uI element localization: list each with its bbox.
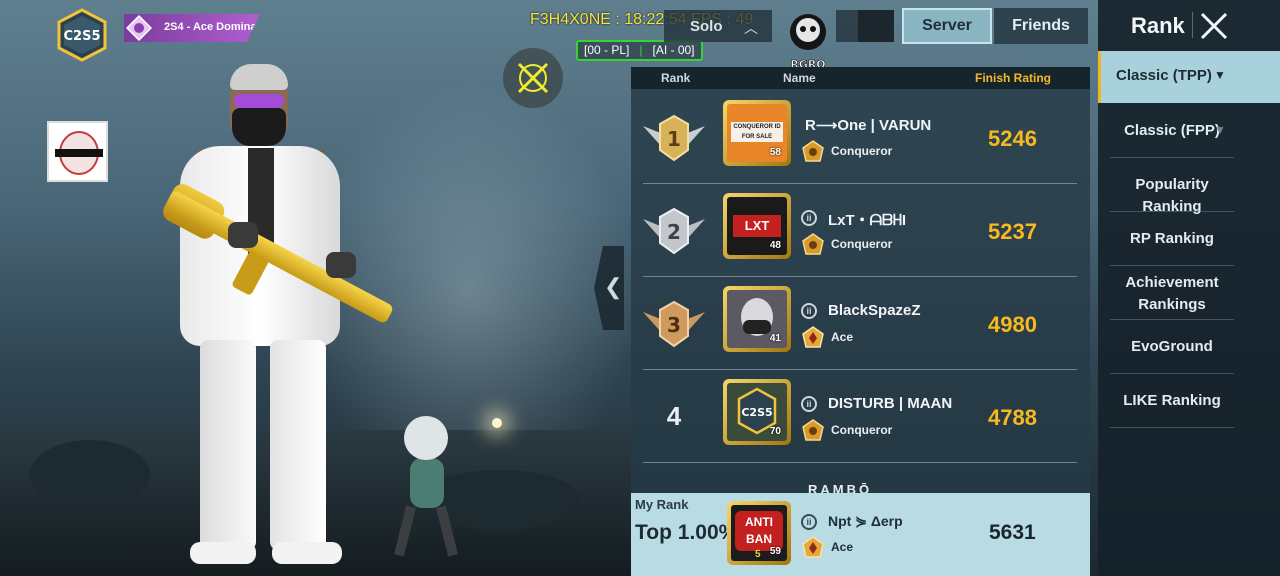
side-item-evoground[interactable]: EvoGround: [1110, 336, 1234, 358]
my-name: Npt ⋟ Δerp: [828, 513, 903, 529]
leaderboard-row[interactable]: 2 LXT 48 ii LxT・ᗩᗷᕼI Conqueror 5237: [631, 185, 1090, 277]
my-rank-label: My Rank: [635, 497, 689, 512]
my-tier: Ace: [831, 540, 854, 554]
my-frame[interactable]: ANTI BAN 5 59: [727, 501, 791, 565]
mode-selector[interactable]: Solo ︿: [664, 10, 772, 42]
my-rank-bar[interactable]: My Rank Top 1.00% ANTI BAN 5 59 ii Npt ⋟…: [631, 493, 1090, 576]
player-name: BlackSpazeZ: [828, 302, 921, 319]
glove: [326, 252, 356, 278]
rock: [30, 440, 150, 510]
info-icon[interactable]: ii: [801, 210, 817, 226]
player-frame[interactable]: CONQUEROR ID FOR SALE 58: [723, 100, 791, 166]
svg-text:3: 3: [667, 313, 681, 337]
crosshair-toggle-button[interactable]: [503, 48, 563, 108]
info-icon[interactable]: ii: [801, 396, 817, 412]
svg-text:2: 2: [667, 220, 681, 244]
tab-server[interactable]: Server: [902, 8, 992, 44]
record-avatar[interactable]: RGRO: [776, 8, 834, 72]
chevron-left-icon: ❮: [604, 274, 623, 299]
rank-1-emblem-icon: 1: [643, 114, 705, 162]
player-name: LxT・ᗩᗷᕼI: [828, 212, 906, 229]
distant-lamp: [492, 418, 502, 428]
crosshair-icon: [517, 62, 549, 94]
leaderboard-row[interactable]: 4 C2S5 70 ii DISTURB | MAAN Conqueror 47…: [631, 371, 1090, 463]
side-item-achievement[interactable]: Achievement Rankings: [1110, 272, 1234, 316]
rank-number: 4: [666, 401, 682, 431]
rank-3-emblem-icon: 3: [643, 300, 705, 348]
ping-left: [00 - PL]: [584, 43, 630, 57]
glove: [228, 222, 258, 248]
ace-tier-icon: [125, 14, 153, 42]
rank-side-panel: Rank Classic (TPP) ▼ Classic (FPP) ▼ Pop…: [1098, 0, 1280, 576]
player-avatar[interactable]: [47, 121, 108, 182]
player-rating: 5237: [988, 219, 1037, 244]
player-tier: Conqueror: [831, 423, 893, 437]
player-rating: 4980: [988, 312, 1037, 337]
player-frame[interactable]: LXT 48: [723, 193, 791, 259]
ace-tier-icon: [802, 326, 824, 348]
svg-text:C2S5: C2S5: [741, 406, 772, 419]
player-tier: Ace: [831, 330, 854, 344]
robot-pet[interactable]: [390, 410, 470, 560]
conqueror-tier-icon: [802, 419, 824, 441]
side-panel-title: Rank: [1131, 13, 1185, 38]
svg-text:1: 1: [667, 127, 681, 151]
player-rating: 4788: [988, 405, 1037, 430]
season-badge-label: 2S4 - Ace Domina: [164, 21, 257, 33]
ping-indicator: [00 - PL] | [AI - 00]: [576, 40, 703, 61]
mode-label: Solo: [690, 18, 723, 35]
header-rating: Finish Rating: [975, 71, 1051, 85]
info-icon[interactable]: ii: [801, 514, 817, 530]
caret-down-icon: ▼: [1214, 68, 1226, 82]
conqueror-tier-icon: [802, 233, 824, 255]
leaderboard-row[interactable]: 3 41 ii BlackSpazeZ Ace 4980: [631, 278, 1090, 370]
sunglasses: [234, 94, 284, 108]
player-tier: Conqueror: [831, 237, 893, 251]
ace-tier-icon: [802, 536, 824, 558]
header-rank: Rank: [661, 71, 691, 85]
player-name: R⟶One | VARUN: [805, 117, 932, 134]
player-rating: 5246: [988, 126, 1037, 151]
close-button[interactable]: [1196, 8, 1232, 44]
side-item-like[interactable]: LIKE Ranking: [1110, 390, 1234, 412]
conqueror-tier-icon: [802, 140, 824, 162]
player-name: DISTURB | MAAN: [828, 395, 953, 412]
side-item-rp[interactable]: RP Ranking: [1110, 228, 1234, 250]
clan-logo-text: C2S5: [64, 29, 101, 44]
chevron-up-icon: ︿: [744, 20, 758, 36]
player-tier: Conqueror: [831, 144, 893, 158]
header-name: Name: [783, 71, 816, 85]
info-icon[interactable]: ii: [801, 303, 817, 319]
season-badge[interactable]: 2S4 - Ace Domina: [124, 14, 260, 42]
leaderboard-row[interactable]: 1 CONQUEROR ID FOR SALE 58 R⟶One | VARUN…: [631, 92, 1090, 184]
face-mask: [232, 108, 286, 146]
leaderboard-header: Rank Name Finish Rating: [631, 67, 1090, 89]
close-icon: [1200, 12, 1228, 40]
my-rating: 5631: [989, 521, 1036, 544]
my-rank-percentile: Top 1.00%: [635, 521, 738, 544]
tab-friends[interactable]: Friends: [994, 8, 1088, 44]
clan-logo[interactable]: C2S5: [56, 8, 108, 62]
caret-down-icon: ▼: [1214, 123, 1226, 137]
rank-2-emblem-icon: 2: [643, 207, 705, 255]
player-frame[interactable]: C2S5 70: [723, 379, 791, 445]
ping-right: [AI - 00]: [652, 43, 695, 57]
side-item-classic-tpp[interactable]: Classic (TPP) ▼: [1098, 51, 1280, 103]
player-frame[interactable]: 41: [723, 286, 791, 352]
